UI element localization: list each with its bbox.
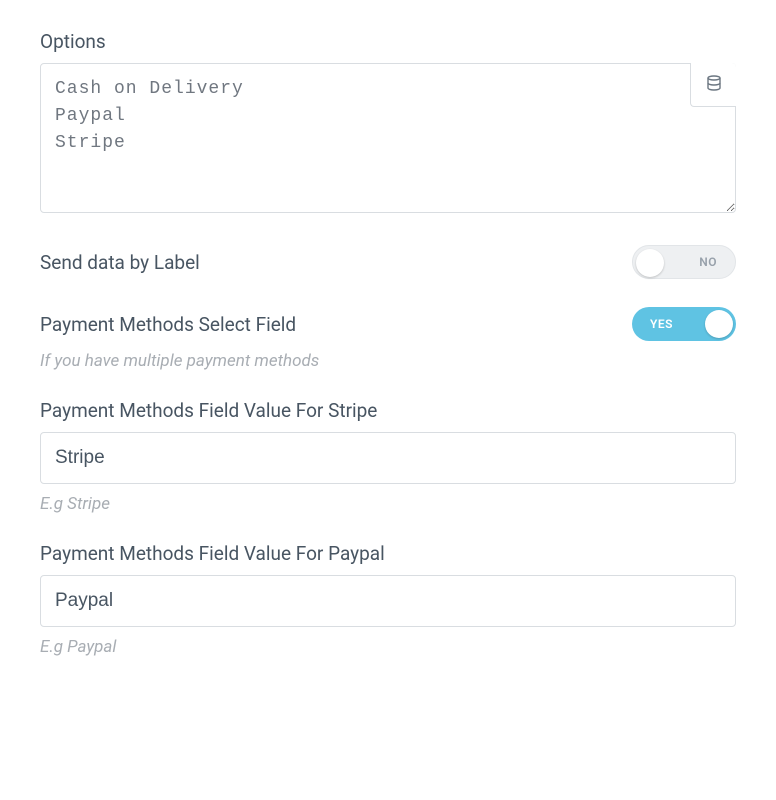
paypal-value-input[interactable]: [40, 575, 736, 627]
database-icon: [706, 75, 722, 94]
stripe-value-label: Payment Methods Field Value For Stripe: [40, 399, 736, 422]
pm-select-label: Payment Methods Select Field: [40, 313, 296, 336]
paypal-value-helper: E.g Paypal: [40, 637, 736, 657]
stripe-value-input[interactable]: [40, 432, 736, 484]
options-label: Options: [40, 30, 736, 53]
options-textarea[interactable]: [40, 63, 736, 213]
send-by-label-label: Send data by Label: [40, 251, 200, 274]
database-icon-button[interactable]: [690, 63, 736, 107]
paypal-value-label: Payment Methods Field Value For Paypal: [40, 542, 736, 565]
toggle-knob: [636, 249, 664, 277]
stripe-value-helper: E.g Stripe: [40, 494, 736, 514]
toggle-knob: [705, 310, 733, 338]
send-by-label-toggle[interactable]: NO: [632, 245, 736, 279]
pm-select-toggle[interactable]: YES: [632, 307, 736, 341]
pm-select-helper: If you have multiple payment methods: [40, 351, 736, 371]
